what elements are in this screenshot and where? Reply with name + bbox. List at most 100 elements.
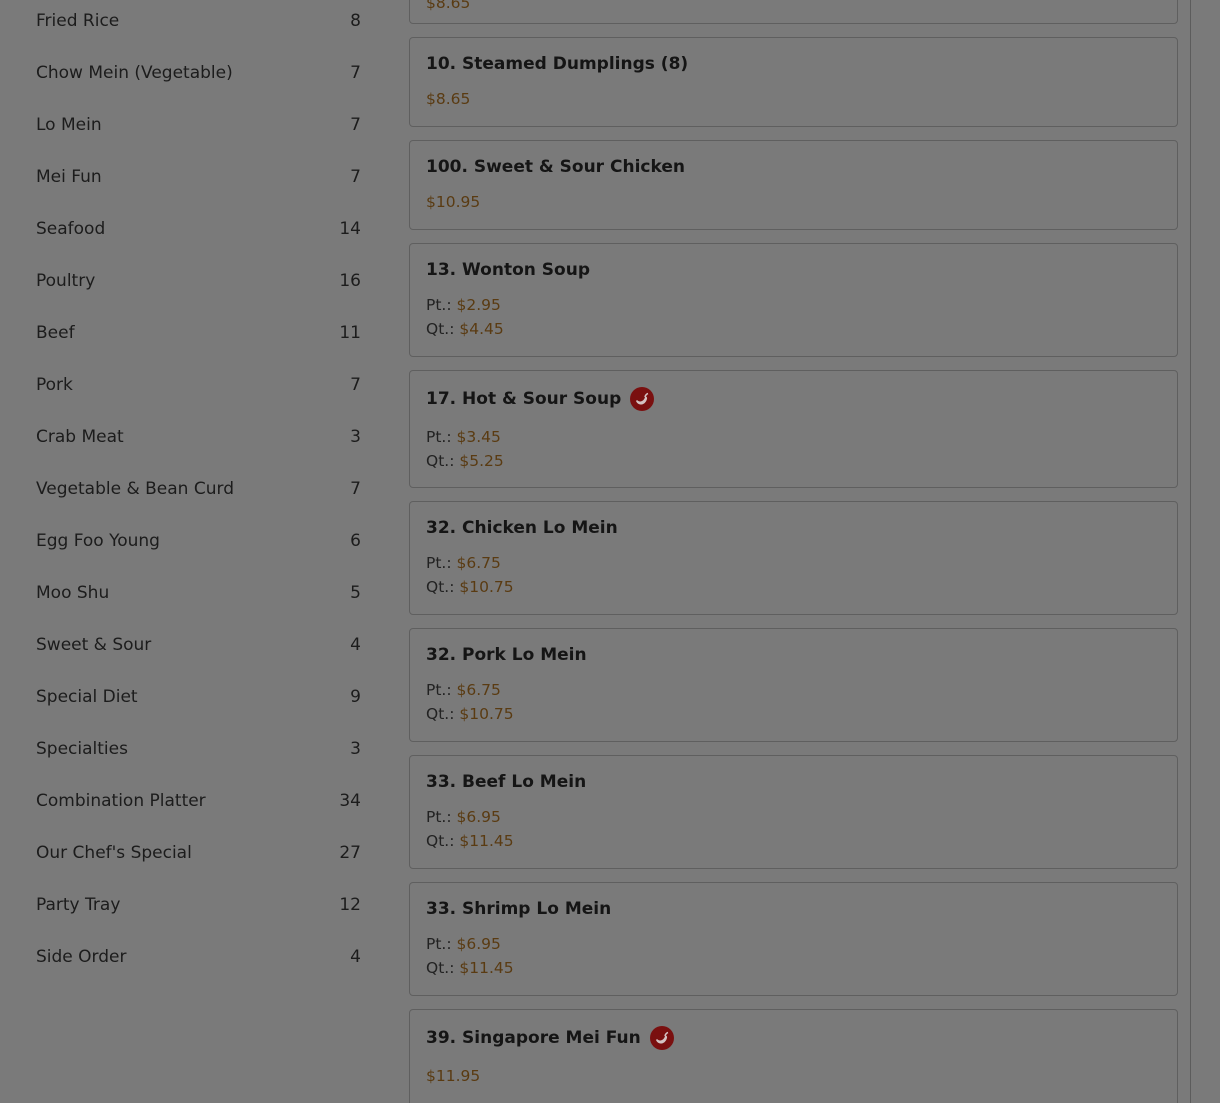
menu-item-card[interactable]: 10. Steamed Dumplings (8) $8.65 (409, 37, 1178, 127)
category-item[interactable]: Beef 11 (36, 313, 361, 353)
price-label: Qt.: (426, 320, 460, 338)
price-line: Pt.: $6.95 (426, 808, 501, 826)
menu-page: Fried Rice 8 Chow Mein (Vegetable) 7 Lo Mein… (0, 0, 1220, 1103)
category-name: Lo Mein (36, 115, 102, 135)
category-name: Specialties (36, 739, 128, 759)
category-count: 6 (350, 531, 361, 551)
price-value: $6.75 (456, 681, 501, 699)
price-line: Qt.: $11.45 (426, 832, 514, 850)
category-item[interactable]: Mei Fun 7 (36, 157, 361, 197)
scrollbar-divider (1190, 0, 1191, 1103)
category-count: 7 (350, 63, 361, 83)
menu-item-name: 100. Sweet & Sour Chicken (426, 157, 685, 177)
price-value: $6.95 (456, 935, 501, 953)
price-line: Pt.: $6.75 (426, 681, 501, 699)
price-value: $3.45 (456, 428, 501, 446)
menu-item-card[interactable]: 32. Pork Lo Mein Pt.: $6.75 Qt.: $10.75 (409, 628, 1178, 742)
menu-item-title: 32. Pork Lo Mein (426, 645, 587, 665)
category-name: Pork (36, 375, 73, 395)
category-item[interactable]: Chow Mein (Vegetable) 7 (36, 53, 361, 93)
category-count: 34 (339, 791, 361, 811)
chili-pepper-icon (630, 387, 655, 411)
category-count: 9 (350, 687, 361, 707)
menu-item-card[interactable]: 100. Sweet & Sour Chicken $10.95 (409, 140, 1178, 230)
category-name: Combination Platter (36, 791, 206, 811)
price-label: Qt.: (426, 452, 460, 470)
price-label: Qt.: (426, 959, 460, 977)
category-item[interactable]: Vegetable & Bean Curd 7 (36, 469, 361, 509)
category-item[interactable]: Party Tray 12 (36, 885, 361, 925)
category-name: Vegetable & Bean Curd (36, 479, 234, 499)
category-item[interactable]: Fried Rice 8 (36, 1, 361, 41)
chili-pepper-icon (649, 1026, 674, 1050)
price-line: Qt.: $5.25 (426, 452, 504, 470)
category-item[interactable]: Pork 7 (36, 365, 361, 405)
menu-item-name: 33. Beef Lo Mein (426, 772, 587, 792)
category-name: Side Order (36, 947, 127, 967)
category-sidebar: Fried Rice 8 Chow Mein (Vegetable) 7 Lo Mein… (0, 0, 385, 1103)
price-line: Qt.: $4.45 (426, 320, 504, 338)
price-value: $4.45 (459, 320, 504, 338)
category-item[interactable]: Egg Foo Young 6 (36, 521, 361, 561)
category-item[interactable]: Crab Meat 3 (36, 417, 361, 457)
category-name: Chow Mein (Vegetable) (36, 63, 233, 83)
menu-item-card[interactable]: 32. Chicken Lo Mein Pt.: $6.75 Qt.: $10.75 (409, 501, 1178, 615)
category-name: Poultry (36, 271, 96, 291)
menu-item-title: 13. Wonton Soup (426, 260, 590, 280)
price-line: Qt.: $10.75 (426, 578, 514, 596)
category-item[interactable]: Specialties 3 (36, 729, 361, 769)
price-value: $6.75 (456, 554, 501, 572)
category-item[interactable]: Seafood 14 (36, 209, 361, 249)
price-value: $5.25 (459, 452, 504, 470)
price-line: Qt.: $11.45 (426, 959, 514, 977)
price-line: $11.95 (426, 1067, 480, 1085)
price-line: $10.95 (426, 193, 480, 211)
price-value: $6.95 (456, 808, 501, 826)
price-line: Qt.: $10.75 (426, 705, 514, 723)
menu-item-card[interactable]: 33. Shrimp Lo Mein Pt.: $6.95 Qt.: $11.45 (409, 882, 1178, 996)
menu-item-card[interactable]: $8.65 (409, 0, 1178, 24)
menu-item-name: 32. Chicken Lo Mein (426, 518, 618, 538)
price-label: Pt.: (426, 428, 457, 446)
category-name: Sweet & Sour (36, 635, 152, 655)
category-item[interactable]: Lo Mein 7 (36, 105, 361, 145)
price-line: Pt.: $6.95 (426, 935, 501, 953)
category-item[interactable]: Special Diet 9 (36, 677, 361, 717)
price-line: Pt.: $6.75 (426, 554, 501, 572)
category-name: Our Chef's Special (36, 843, 192, 863)
price-value: $11.95 (426, 1067, 481, 1085)
price-label: Qt.: (426, 578, 460, 596)
menu-item-card[interactable]: 33. Beef Lo Mein Pt.: $6.95 Qt.: $11.45 (409, 755, 1178, 869)
menu-item-card[interactable]: 13. Wonton Soup Pt.: $2.95 Qt.: $4.45 (409, 243, 1178, 357)
category-item[interactable]: Side Order 4 (36, 937, 361, 977)
menu-item-card[interactable]: 39. Singapore Mei Fun $11.95 (409, 1009, 1178, 1103)
price-label: Pt.: (426, 296, 457, 314)
category-count: 7 (350, 375, 361, 395)
category-item[interactable]: Sweet & Sour 4 (36, 625, 361, 665)
menu-item-title: 33. Beef Lo Mein (426, 772, 586, 792)
category-count: 7 (350, 115, 361, 135)
menu-item-name: 33. Shrimp Lo Mein (426, 899, 612, 919)
menu-item-title: 32. Chicken Lo Mein (426, 518, 618, 538)
menu-item-title: 39. Singapore Mei Fun (426, 1026, 674, 1050)
category-item[interactable]: Moo Shu 5 (36, 573, 361, 613)
menu-item-name: 32. Pork Lo Mein (426, 645, 587, 665)
category-name: Special Diet (36, 687, 138, 707)
menu-item-card[interactable]: 17. Hot & Sour Soup Pt.: $3.45 Qt.: $5.25 (409, 370, 1178, 488)
price-value: $11.45 (459, 959, 514, 977)
menu-item-name: 39. Singapore Mei Fun (426, 1028, 641, 1048)
category-count: 5 (350, 583, 361, 603)
category-name: Fried Rice (36, 11, 120, 31)
category-count: 8 (350, 11, 361, 31)
menu-item-name: 13. Wonton Soup (426, 260, 590, 280)
category-item[interactable]: Combination Platter 34 (36, 781, 361, 821)
category-name: Crab Meat (36, 427, 124, 447)
category-count: 7 (350, 167, 361, 187)
price-value: $8.65 (426, 0, 471, 12)
category-count: 4 (350, 947, 361, 967)
menu-item-title: 10. Steamed Dumplings (8) (426, 54, 688, 74)
category-count: 3 (350, 739, 361, 759)
category-item[interactable]: Poultry 16 (36, 261, 361, 301)
category-item[interactable]: Our Chef's Special 27 (36, 833, 361, 873)
menu-item-title: 100. Sweet & Sour Chicken (426, 157, 685, 177)
